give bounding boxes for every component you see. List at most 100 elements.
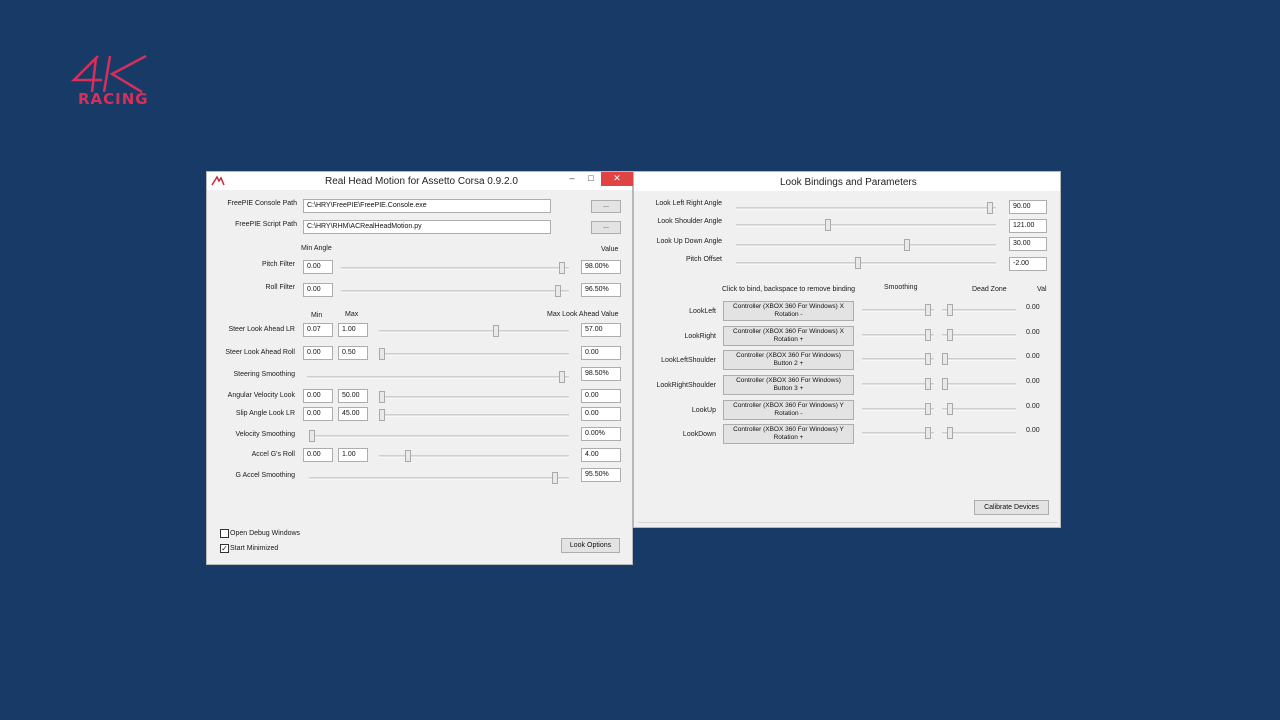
velocity-smoothing-value[interactable]: 0.00% [581,427,621,441]
calibrate-devices-button[interactable]: Calibrate Devices [974,500,1049,515]
slider-thumb[interactable] [946,329,953,341]
pitch-offset-slider[interactable] [736,257,996,269]
pitch-filter-slider[interactable] [341,262,569,274]
slider-thumb[interactable] [947,403,954,415]
binding-smoothing-slider[interactable] [862,378,934,390]
steer-look-roll-value[interactable]: 0.00 [581,346,621,360]
binding-deadzone-slider[interactable] [942,304,1016,316]
accel-roll-value[interactable]: 4.00 [581,448,621,462]
open-debug-checkbox[interactable] [220,529,229,538]
binding-smoothing-slider[interactable] [862,329,934,341]
accel-roll-max-input[interactable]: 1.00 [338,448,368,462]
binding-smoothing-slider[interactable] [862,427,934,439]
binding-deadzone-slider[interactable] [942,353,1016,365]
steer-look-roll-slider[interactable] [379,348,569,360]
roll-filter-slider[interactable] [341,285,569,297]
slider-thumb[interactable] [942,353,948,365]
slider-thumb[interactable] [855,257,862,269]
binding-smoothing-slider[interactable] [862,403,934,415]
look-left-right-angle-value[interactable]: 90.00 [1009,200,1047,214]
freepie-console-input[interactable]: C:\HRY\FreePIE\FreePIE.Console.exe [303,199,551,213]
steer-look-lr-min-input[interactable]: 0.07 [303,323,333,337]
slider-thumb[interactable] [942,378,948,390]
slider-thumb[interactable] [493,325,500,337]
slider-thumb[interactable] [404,450,411,462]
velocity-smoothing-slider[interactable] [309,430,569,442]
maximize-button[interactable]: □ [583,172,599,186]
slider-thumb[interactable] [924,427,931,439]
slider-thumb[interactable] [903,239,910,251]
slider-thumb[interactable] [309,430,315,442]
binding-button[interactable]: Controller (XBOX 360 For Windows) Y Rota… [723,424,854,444]
slider-thumb[interactable] [924,329,931,341]
freepie-script-input[interactable]: C:\HRY\RHM\ACRealHeadMotion.py [303,220,551,234]
slider-thumb[interactable] [555,285,562,297]
freepie-script-browse-button[interactable]: ... [591,221,621,234]
pitch-filter-min-input[interactable]: 0.00 [303,260,333,274]
accel-roll-min-input[interactable]: 0.00 [303,448,333,462]
slider-thumb[interactable] [379,348,385,360]
steer-look-lr-max-input[interactable]: 1.00 [338,323,368,337]
binding-button[interactable]: Controller (XBOX 360 For Windows) Y Rota… [723,400,854,420]
binding-smoothing-slider[interactable] [862,304,934,316]
binding-button[interactable]: Controller (XBOX 360 For Windows) X Rota… [723,326,854,346]
roll-filter-value[interactable]: 96.50% [581,283,621,297]
slider-thumb[interactable] [551,472,558,484]
close-button[interactable]: ✕ [601,172,633,186]
g-accel-smoothing-value[interactable]: 95.50% [581,468,621,482]
slider-thumb[interactable] [947,427,954,439]
slider-thumb[interactable] [924,403,931,415]
look-up-down-angle-value[interactable]: 30.00 [1009,237,1047,251]
binding-button[interactable]: Controller (XBOX 360 For Windows) Button… [723,350,854,370]
steering-smoothing-value[interactable]: 98.50% [581,367,621,381]
look-shoulder-angle-value[interactable]: 121.00 [1009,219,1047,233]
slip-angle-slider[interactable] [379,409,569,421]
minimize-button[interactable]: – [564,172,580,186]
binding-button[interactable]: Controller (XBOX 360 For Windows) X Rota… [723,301,854,321]
start-minimized-checkbox[interactable]: ✓ [220,544,229,553]
binding-deadzone-slider[interactable] [942,329,1016,341]
look-left-right-angle-slider[interactable] [736,202,996,214]
slider-thumb[interactable] [924,353,931,365]
look-options-button[interactable]: Look Options [561,538,620,553]
steer-look-lr-value[interactable]: 57.00 [581,323,621,337]
steering-smoothing-slider[interactable] [307,371,569,383]
slider-thumb[interactable] [924,378,931,390]
value-header: Value [601,246,619,253]
slider-thumb[interactable] [824,219,831,231]
freepie-console-browse-button[interactable]: ... [591,200,621,213]
binding-smoothing-slider[interactable] [862,353,934,365]
binding-button[interactable]: Controller (XBOX 360 For Windows) Button… [723,375,854,395]
g-accel-smoothing-slider[interactable] [309,472,569,484]
roll-filter-min-input[interactable]: 0.00 [303,283,333,297]
slider-thumb[interactable] [946,304,953,316]
angular-velocity-min-input[interactable]: 0.00 [303,389,333,403]
angular-velocity-value[interactable]: 0.00 [581,389,621,403]
look-up-down-angle-slider[interactable] [736,239,996,251]
angular-velocity-max-input[interactable]: 50.00 [338,389,368,403]
slip-angle-max-input[interactable]: 45.00 [338,407,368,421]
steer-look-roll-max-input[interactable]: 0.50 [338,346,368,360]
accel-roll-slider[interactable] [379,450,569,462]
slider-thumb[interactable] [559,371,566,383]
pitch-offset-value[interactable]: -2.00 [1009,257,1047,271]
slider-thumb[interactable] [379,391,385,403]
slip-angle-value[interactable]: 0.00 [581,407,621,421]
look-shoulder-angle-slider[interactable] [736,219,996,231]
binding-line2: Button 2 + [773,360,804,367]
slider-thumb[interactable] [379,409,385,421]
slip-angle-min-input[interactable]: 0.00 [303,407,333,421]
velocity-smoothing-label: Velocity Smoothing [235,431,295,438]
pitch-filter-value[interactable]: 98.00% [581,260,621,274]
open-debug-label: Open Debug Windows [230,530,301,537]
binding-deadzone-slider[interactable] [942,378,1016,390]
binding-deadzone-slider[interactable] [942,427,1016,439]
steer-look-lr-slider[interactable] [379,325,569,337]
slider-thumb[interactable] [987,202,994,214]
dead-zone-header: Dead Zone [972,286,1007,293]
binding-deadzone-slider[interactable] [942,403,1016,415]
slider-thumb[interactable] [558,262,565,274]
slider-thumb[interactable] [924,304,931,316]
angular-velocity-slider[interactable] [379,391,569,403]
steer-look-roll-min-input[interactable]: 0.00 [303,346,333,360]
